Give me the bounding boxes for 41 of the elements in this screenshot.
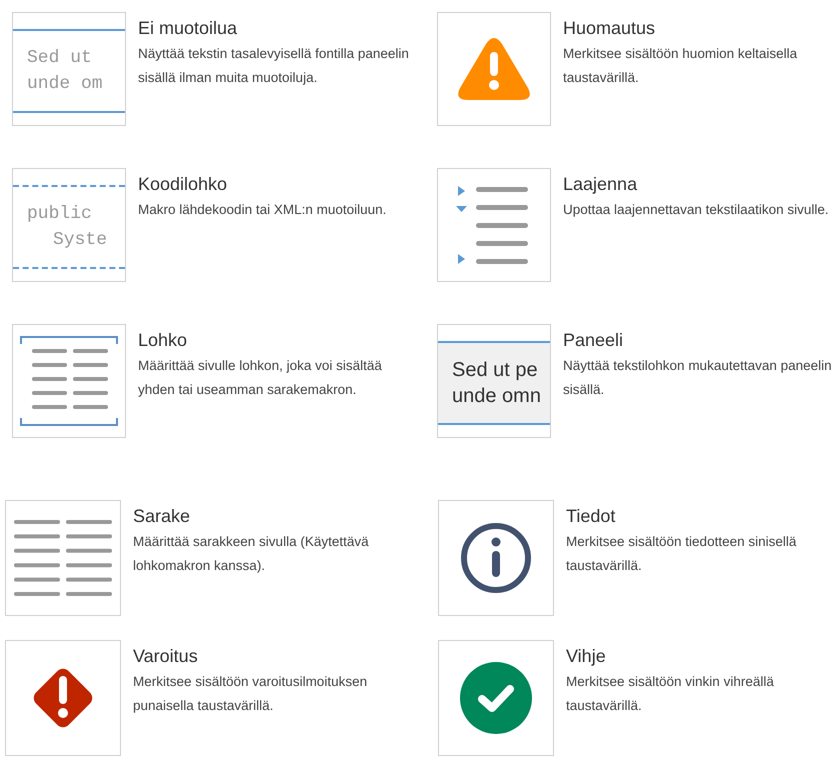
macro-title: Lohko <box>138 329 188 352</box>
macro-description: Merkitsee sisältöön vinkin vihreällä taustavärillä. <box>566 673 775 715</box>
preview-text: Sed ut <box>27 47 92 70</box>
preview-text: Sed ut pe <box>452 358 538 383</box>
macro-description: Upottaa laajennettavan tekstilaatikon sivulle. <box>563 201 830 219</box>
macro-title: Paneeli <box>563 329 624 352</box>
warning-triangle-icon <box>458 38 530 100</box>
thumbnail[interactable] <box>437 12 551 126</box>
thumbnail[interactable]: Sed ut unde om <box>12 12 126 126</box>
thumbnail[interactable] <box>437 168 551 282</box>
macro-title: Tiedot <box>566 505 616 528</box>
thumbnail[interactable] <box>5 640 121 756</box>
preview-text: unde omn <box>452 384 541 409</box>
thumbnail[interactable]: Sed ut pe unde omn <box>437 324 551 438</box>
columns-icon <box>14 520 112 596</box>
preview-text: Syste <box>53 229 108 252</box>
checkmark-icon <box>460 662 532 734</box>
macro-title: Huomautus <box>563 17 656 40</box>
preview-text: public <box>27 203 92 226</box>
macro-description: Määrittää sivulle lohkon, joka voi sisältää yhden tai useamman sarakemakron. <box>138 357 383 399</box>
macro-description: Makro lähdekoodin tai XML:n muotoiluun. <box>138 201 388 219</box>
thumbnail[interactable] <box>438 640 554 756</box>
macro-title: Sarake <box>133 505 192 528</box>
thumbnail[interactable]: public Syste <box>12 168 126 282</box>
macro-description: Näyttää tekstin tasalevyisellä fontilla paneelin sisällä ilman muita muotoiluja. <box>138 45 410 87</box>
info-icon <box>460 522 532 594</box>
macro-description: Merkitsee sisältöön huomion keltaisella taustavärillä. <box>563 45 798 87</box>
macro-description: Näyttää tekstilohkon mukautettavan paneelin sisällä. <box>563 357 832 399</box>
section-icon <box>20 336 118 426</box>
macro-description: Merkitsee sisältöön tiedotteen sinisellä taustavärillä. <box>566 533 798 575</box>
macro-title: Ei muotoilua <box>138 17 238 40</box>
macro-title: Laajenna <box>563 173 638 196</box>
macro-description: Merkitsee sisältöön varoitusilmoituksen punaisella taustavärillä. <box>133 673 368 715</box>
macro-title: Varoitus <box>133 645 199 668</box>
preview-text: unde om <box>27 73 103 96</box>
thumbnail[interactable] <box>12 324 126 438</box>
thumbnail[interactable] <box>438 500 554 616</box>
macro-description: Määrittää sarakkeen sivulla (Käytettävä lohkomakron kanssa). <box>133 533 370 575</box>
macro-title: Vihje <box>566 645 607 668</box>
macro-title: Koodilohko <box>138 173 228 196</box>
thumbnail[interactable] <box>5 500 121 616</box>
